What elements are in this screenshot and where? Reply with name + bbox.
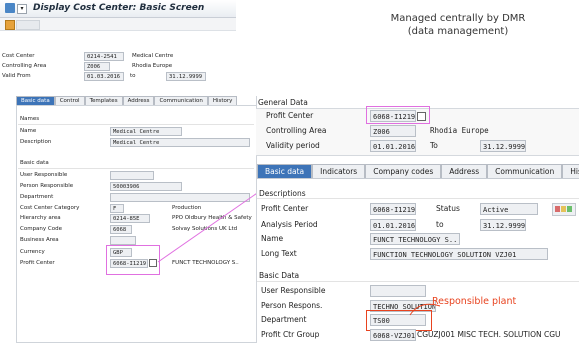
- rb-group-label: Profit Ctr Group: [261, 330, 320, 339]
- rb-group-desc: CGUZJ001 MISC TECH. SOLUTION CGU: [417, 330, 561, 339]
- rb-group-field[interactable]: 6068-VZJ01: [370, 329, 416, 341]
- annotation-arrow: [409, 303, 441, 316]
